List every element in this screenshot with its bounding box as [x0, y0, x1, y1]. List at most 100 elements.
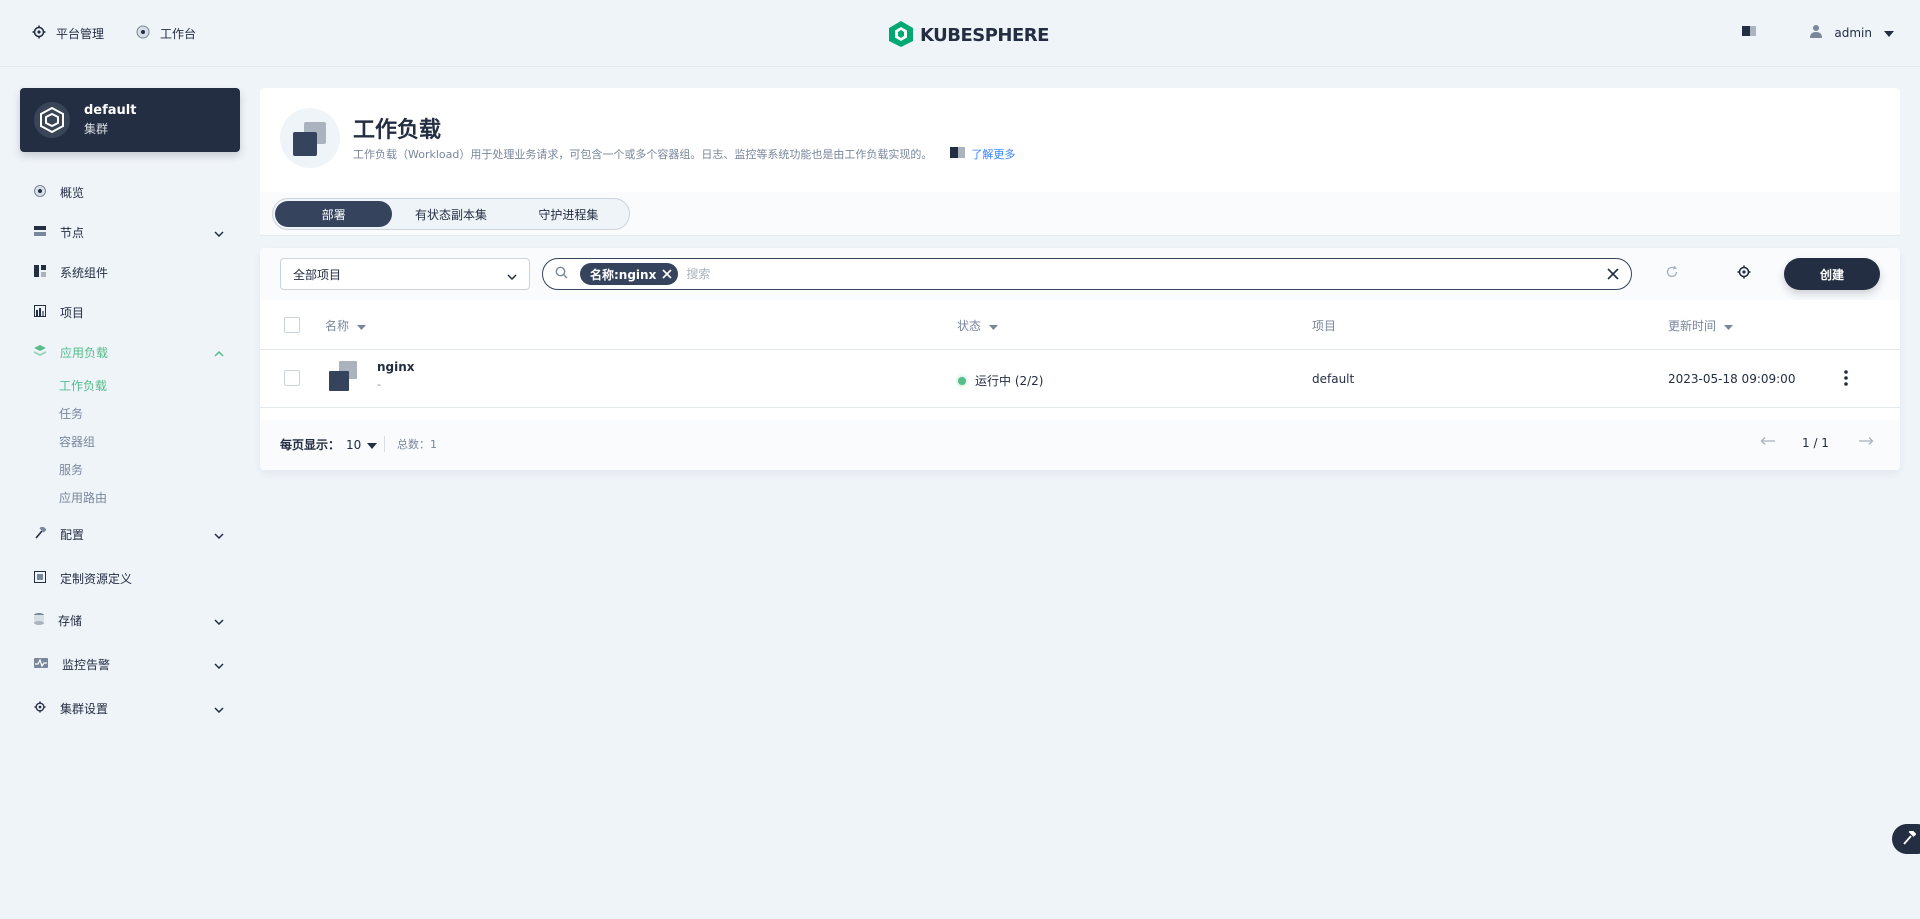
user-menu[interactable]: admin — [1810, 24, 1894, 41]
sidebar-item-label: 配置 — [60, 527, 85, 542]
workload-table-card: 全部项目 名称:nginx 创建 名称 状态 项目 更 — [260, 248, 1900, 470]
cluster-icon — [34, 102, 70, 138]
status-text: 运行中 (2/2) — [975, 374, 1044, 388]
column-name-header[interactable]: 名称 — [325, 317, 367, 334]
page-title: 工作负载 — [353, 118, 442, 143]
tab-statefulsets[interactable]: 有状态副本集 — [392, 201, 509, 227]
caret-down-icon — [357, 319, 367, 333]
sidebar-item-label: 系统组件 — [60, 265, 109, 280]
sidebar-item-label: 定制资源定义 — [60, 571, 133, 586]
sidebar-item-overview[interactable]: 概览 — [20, 172, 240, 212]
caret-down-icon — [1884, 26, 1894, 40]
sidebar-item-system-components[interactable]: 系统组件 — [20, 252, 240, 292]
sidebar-item-label: 应用负载 — [60, 345, 109, 360]
book-icon — [950, 147, 966, 161]
search-input[interactable] — [686, 264, 1567, 284]
database-icon — [34, 612, 44, 628]
workload-tabs: 部署 有状态副本集 守护进程集 — [272, 198, 630, 230]
total-count: 总数：1 — [384, 436, 437, 452]
top-nav: 平台管理 工作台 — [32, 25, 196, 42]
gear-icon — [32, 25, 46, 42]
sidebar-nav: 概览 节点 系统组件 项目 应用负载 工作负载 任务 容器组 服务 应用路由 配… — [20, 172, 240, 728]
sidebar-item-cluster-settings[interactable]: 集群设置 — [20, 688, 240, 728]
clear-search-icon[interactable] — [1607, 268, 1619, 283]
sidebar-subitem-services[interactable]: 服务 — [59, 456, 240, 484]
column-project-label: 项目 — [1312, 319, 1337, 333]
column-updated-header[interactable]: 更新时间 — [1668, 317, 1734, 334]
chevron-down-icon — [214, 702, 224, 716]
sidebar-item-projects[interactable]: 项目 — [20, 292, 240, 332]
top-right-tools: admin — [1742, 24, 1894, 41]
sidebar-item-label: 监控告警 — [62, 657, 111, 672]
cluster-card[interactable]: default 集群 — [20, 88, 240, 152]
monitor-icon — [34, 657, 48, 671]
chevron-down-icon — [214, 614, 224, 628]
table-row[interactable]: nginx - 运行中 (2/2) default 2023-05-18 09:… — [260, 350, 1900, 408]
sidebar-item-label: 项目 — [60, 305, 85, 320]
row-checkbox[interactable] — [284, 370, 300, 386]
search-box[interactable]: 名称:nginx — [542, 258, 1632, 290]
page-header: 工作负载 工作负载（Workload）用于处理业务请求，可包含一个或多个容器组。… — [260, 88, 1900, 192]
top-header: 平台管理 工作台 KUBESPHERE admin — [0, 0, 1920, 67]
per-page-control: 每页显示： 10 — [280, 436, 378, 453]
search-icon — [555, 266, 568, 282]
workload-name-link[interactable]: nginx — [377, 360, 415, 374]
tab-daemonsets[interactable]: 守护进程集 — [510, 201, 627, 227]
sidebar-subitem-jobs[interactable]: 任务 — [59, 400, 240, 428]
column-name-label: 名称 — [325, 319, 350, 333]
user-icon — [1810, 24, 1823, 41]
platform-management-link[interactable]: 平台管理 — [32, 25, 104, 42]
create-button[interactable]: 创建 — [1784, 258, 1880, 290]
hammer-icon — [1902, 828, 1917, 848]
username: admin — [1834, 25, 1872, 40]
sidebar-item-storage[interactable]: 存储 — [20, 600, 240, 640]
chevron-down-icon — [214, 658, 224, 672]
project-filter-value: 全部项目 — [293, 267, 342, 282]
sidebar-subitem-pods[interactable]: 容器组 — [59, 428, 240, 456]
chevron-up-icon — [214, 346, 224, 360]
refresh-icon[interactable] — [1665, 265, 1679, 282]
more-actions-icon[interactable] — [1844, 370, 1848, 389]
updated-time-cell: 2023-05-18 09:09:00 — [1668, 372, 1796, 386]
caret-down-icon — [1724, 319, 1734, 333]
toolbox-floating-button[interactable] — [1892, 824, 1920, 854]
kubesphere-logo[interactable]: KUBESPHERE — [888, 20, 1049, 51]
tab-deployments[interactable]: 部署 — [275, 201, 393, 227]
column-status-header[interactable]: 状态 — [957, 317, 999, 334]
column-status-label: 状态 — [957, 319, 982, 333]
per-page-select[interactable]: 10 — [346, 438, 378, 452]
settings-gear-icon[interactable] — [1737, 265, 1751, 282]
filter-tag: 名称:nginx — [580, 263, 679, 285]
brand-name: KUBESPHERE — [920, 25, 1049, 46]
sidebar-subitem-workloads[interactable]: 工作负载 — [59, 372, 240, 400]
learn-more-link[interactable]: 了解更多 — [950, 146, 1015, 162]
gear-icon — [34, 700, 46, 716]
sidebar-subitem-routes[interactable]: 应用路由 — [59, 484, 240, 512]
workload-description: - — [377, 378, 381, 391]
caret-down-icon — [989, 319, 999, 333]
filter-tag-label: 名称:nginx — [590, 267, 657, 282]
sidebar-item-label: 集群设置 — [60, 701, 109, 716]
chevron-down-icon — [214, 226, 224, 240]
column-project-header: 项目 — [1312, 317, 1336, 334]
project-filter-select[interactable]: 全部项目 — [280, 258, 530, 290]
sidebar-item-app-workloads[interactable]: 应用负载 — [20, 332, 240, 372]
compass-icon — [136, 25, 150, 42]
learn-more-label: 了解更多 — [971, 148, 1016, 161]
status-cell: 运行中 (2/2) — [958, 372, 1044, 389]
close-icon[interactable] — [662, 269, 672, 279]
project-icon — [34, 304, 46, 320]
sidebar-item-configuration[interactable]: 配置 — [20, 514, 240, 554]
next-page-icon[interactable] — [1858, 435, 1874, 449]
document-icon[interactable] — [1742, 25, 1757, 40]
workbench-link[interactable]: 工作台 — [136, 25, 196, 42]
project-cell: default — [1312, 372, 1355, 386]
sidebar-item-crds[interactable]: 定制资源定义 — [20, 558, 240, 598]
sidebar-item-nodes[interactable]: 节点 — [20, 212, 240, 252]
table-header: 名称 状态 项目 更新时间 — [260, 300, 1900, 350]
prev-page-icon[interactable] — [1760, 435, 1776, 449]
workload-submenu: 工作负载 任务 容器组 服务 应用路由 — [20, 372, 240, 512]
sidebar-item-monitoring[interactable]: 监控告警 — [20, 644, 240, 684]
cluster-name: default — [84, 103, 137, 118]
select-all-checkbox[interactable] — [284, 317, 300, 333]
